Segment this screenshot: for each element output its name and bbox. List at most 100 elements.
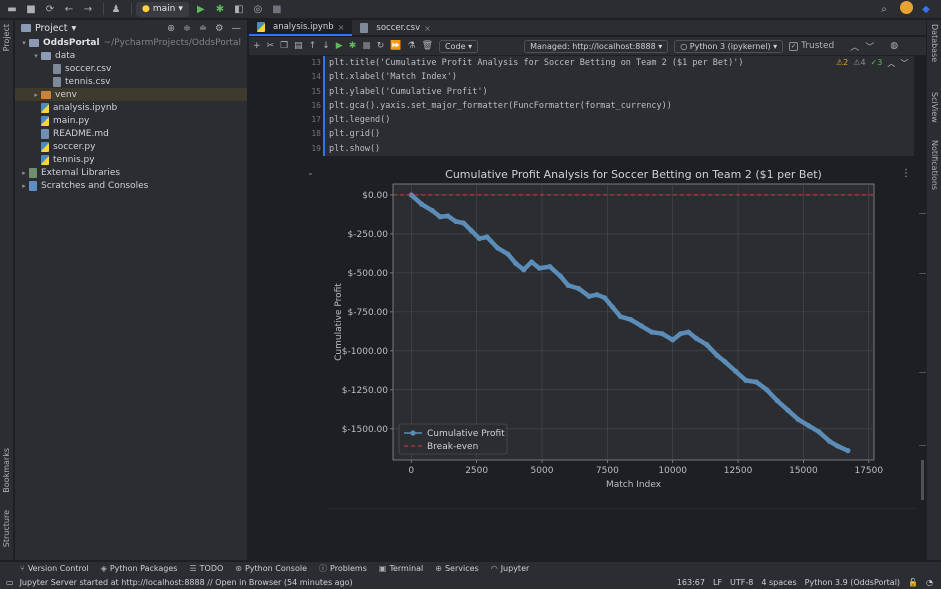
tree-item[interactable]: ▾ OddsPortal ~/PycharmProjects/OddsPortal (15, 36, 247, 49)
forward-icon[interactable]: → (80, 1, 96, 17)
inspection-widget[interactable]: ⚠2 ⚠4 ✓3 ︿ ﹀ (836, 58, 908, 69)
notifications-icon[interactable]: ◔ (926, 578, 933, 587)
code-line[interactable]: plt.title('Cumulative Profit Analysis fo… (329, 56, 744, 70)
tree-item[interactable]: analysis.ipynb (15, 101, 247, 114)
expand-all-icon[interactable]: ≑ (183, 23, 191, 34)
paste-icon[interactable]: ▤ (294, 41, 303, 51)
debug-cell-icon[interactable]: ✱ (349, 41, 357, 51)
tree-item[interactable]: ▸ venv (15, 88, 247, 101)
move-up-icon[interactable]: ↑ (309, 41, 317, 51)
tool-window-version-control[interactable]: ⑂ Version Control (20, 564, 89, 573)
close-icon[interactable]: × (424, 24, 431, 33)
add-cell-icon[interactable]: + (253, 41, 261, 51)
server-dropdown[interactable]: Managed: http://localhost:8888 ▾ (524, 39, 669, 53)
indent-setting[interactable]: 4 spaces (761, 578, 796, 587)
clear-output-icon[interactable]: ⚗ (408, 41, 416, 51)
cut-icon[interactable]: ✂ (267, 41, 275, 51)
code-line[interactable]: plt.gca().yaxis.set_major_formatter(Func… (329, 99, 744, 113)
run-icon[interactable]: ▶ (193, 1, 209, 17)
update-icon[interactable] (900, 1, 913, 14)
tree-item-label: tennis.py (53, 154, 95, 165)
tree-item[interactable]: ▸ External Libraries (15, 166, 247, 179)
run-all-icon[interactable]: ⏩ (390, 41, 401, 51)
sync-icon[interactable]: ⟳ (42, 1, 58, 17)
project-tool-button[interactable]: Project (2, 24, 11, 51)
bookmarks-tool-button[interactable]: Bookmarks (2, 448, 11, 493)
chevron-down-icon[interactable]: ▾ (72, 23, 77, 34)
tool-window-python-console[interactable]: ⊛ Python Console (235, 564, 307, 573)
chevron-icon[interactable]: ▾ (31, 52, 41, 60)
chevron-icon[interactable]: ▾ (19, 39, 29, 47)
search-icon[interactable]: ⌕ (876, 1, 892, 17)
tool-window-problems[interactable]: ⓘ Problems (319, 563, 367, 574)
code-line[interactable]: plt.xlabel('Match Index') (329, 70, 744, 84)
file-encoding[interactable]: UTF-8 (730, 578, 753, 587)
collapse-output-icon[interactable]: ⌄ (307, 168, 314, 177)
cell-type-dropdown[interactable]: Code ▾ (439, 39, 479, 53)
tree-item[interactable]: ▾ data (15, 49, 247, 62)
tree-item[interactable]: main.py (15, 114, 247, 127)
tree-item[interactable]: ▸ Scratches and Consoles (15, 179, 247, 192)
tab-soccer-csv[interactable]: soccer.csv × (352, 20, 438, 36)
interrupt-icon[interactable]: ■ (362, 41, 371, 51)
line-separator[interactable]: LF (713, 578, 722, 587)
notifications-tool-button[interactable]: Notifications (930, 140, 939, 190)
globe-icon[interactable]: ◍ (890, 41, 898, 51)
caret-position[interactable]: 163:67 (677, 578, 705, 587)
status-message[interactable]: Jupyter Server started at http://localho… (20, 578, 353, 587)
chevron-icon[interactable]: ▸ (19, 169, 29, 177)
tool-window-services[interactable]: ⊕ Services (435, 564, 478, 573)
chevron-up-icon[interactable]: ︿ (850, 40, 859, 53)
tree-item[interactable]: soccer.py (15, 140, 247, 153)
lock-icon[interactable]: 🔓 (908, 578, 918, 587)
tool-window-jupyter[interactable]: ◠ Jupyter (491, 564, 530, 573)
tree-item[interactable]: soccer.csv (15, 62, 247, 75)
chevron-up-icon[interactable]: ︿ (887, 58, 895, 69)
user-icon[interactable]: ♟ (108, 1, 124, 17)
tool-window-terminal[interactable]: ▣ Terminal (379, 564, 423, 573)
hide-icon[interactable]: — (232, 23, 242, 34)
move-down-icon[interactable]: ↓ (322, 41, 330, 51)
code-line[interactable]: plt.ylabel('Cumulative Profit') (329, 85, 744, 99)
back-icon[interactable]: ← (61, 1, 77, 17)
code-line[interactable]: plt.show() (329, 142, 744, 156)
locate-icon[interactable]: ⊕ (167, 23, 175, 34)
tool-window-todo[interactable]: ☰ TODO (189, 564, 223, 573)
tree-item[interactable]: README.md (15, 127, 247, 140)
output-menu-icon[interactable]: ⋮ (901, 168, 911, 179)
code-lines[interactable]: plt.title('Cumulative Profit Analysis fo… (329, 56, 744, 156)
jetbrains-icon[interactable]: ◆ (918, 1, 934, 17)
copy-icon[interactable]: ❐ (280, 41, 288, 51)
scrollbar-thumb[interactable] (921, 460, 924, 500)
sciview-tool-button[interactable]: SciView (930, 92, 939, 123)
interpreter-selector[interactable]: Python 3.9 (OddsPortal) (805, 578, 900, 587)
chevron-icon[interactable]: ▸ (19, 182, 29, 190)
close-icon[interactable]: × (338, 23, 345, 32)
tree-item[interactable]: tennis.py (15, 153, 247, 166)
open-folder-icon[interactable]: ▬ (4, 1, 20, 17)
stop-icon[interactable]: ■ (269, 1, 285, 17)
collapse-all-icon[interactable]: ≐ (199, 23, 207, 34)
structure-tool-button[interactable]: Structure (2, 510, 11, 547)
debug-icon[interactable]: ✱ (212, 1, 228, 17)
tree-item[interactable]: tennis.csv (15, 75, 247, 88)
code-line[interactable]: plt.legend() (329, 113, 744, 127)
tool-window-python-packages[interactable]: ◈ Python Packages (101, 564, 178, 573)
save-icon[interactable]: ■ (23, 1, 39, 17)
project-panel-title[interactable]: Project (35, 23, 68, 34)
delete-icon[interactable]: 🗑 (422, 41, 433, 51)
code-line[interactable]: plt.grid() (329, 127, 744, 141)
run-cell-icon[interactable]: ▶ (336, 41, 343, 51)
trusted-checkbox[interactable]: ✓ Trusted (789, 41, 834, 51)
tab-analysis-ipynb[interactable]: analysis.ipynb × (249, 20, 353, 36)
run-config-selector[interactable]: ● main ▾ (136, 1, 189, 17)
profile-icon[interactable]: ◎ (250, 1, 266, 17)
gear-icon[interactable]: ⚙ (215, 23, 224, 34)
database-tool-button[interactable]: Database (930, 24, 939, 62)
restart-icon[interactable]: ↻ (377, 41, 385, 51)
chevron-down-icon[interactable]: ﹀ (865, 40, 874, 53)
chevron-icon[interactable]: ▸ (31, 91, 41, 99)
coverage-icon[interactable]: ◧ (231, 1, 247, 17)
kernel-dropdown[interactable]: ○ Python 3 (ipykernel) ▾ (674, 39, 784, 53)
chevron-down-icon[interactable]: ﹀ (900, 58, 908, 69)
